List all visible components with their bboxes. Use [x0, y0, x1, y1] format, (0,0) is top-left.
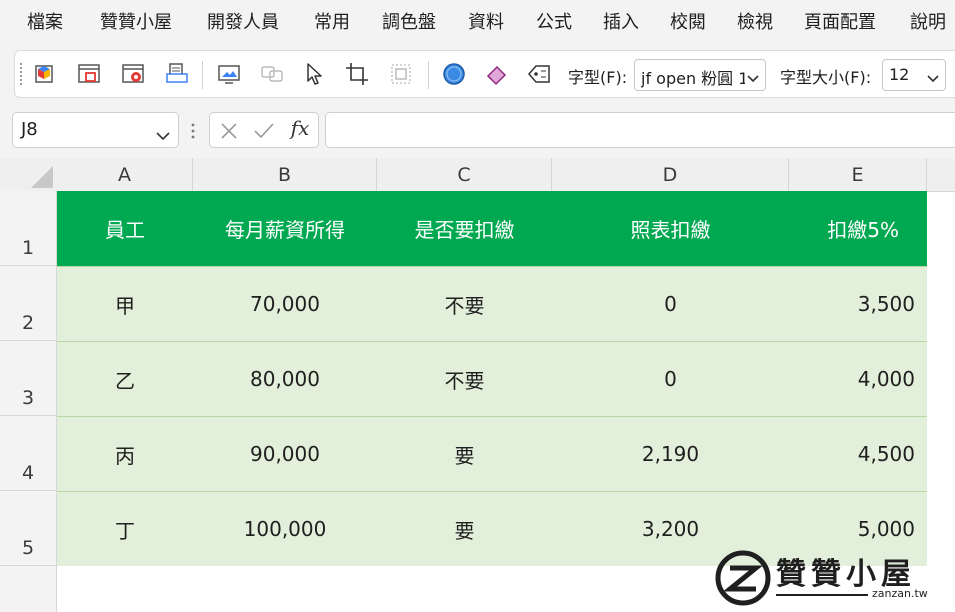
cell-c3[interactable]: 不要 — [377, 342, 552, 416]
menu-review[interactable]: 校閱 — [670, 11, 706, 35]
font-size-select[interactable]: 12 — [882, 59, 946, 91]
menu-page-layout[interactable]: 頁面配置 — [804, 11, 876, 35]
menu-zanzan[interactable]: 贊贊小屋 — [100, 11, 172, 35]
page-red-icon[interactable] — [75, 60, 103, 88]
watermark-url: zanzan.tw — [872, 587, 928, 600]
cell-c4[interactable]: 要 — [377, 417, 552, 491]
name-box-value: J8 — [21, 119, 38, 140]
row-header-3[interactable]: 3 — [0, 341, 57, 416]
column-header-e[interactable]: E — [789, 158, 927, 191]
watermark-underline — [776, 594, 868, 596]
table-header-row: 員工 每月薪資所得 是否要扣繳 照表扣繳 扣繳5% — [57, 191, 927, 266]
table-row: 甲 70,000 不要 0 3,500 — [57, 266, 927, 341]
group-disabled-icon[interactable] — [387, 60, 415, 88]
confirm-check-icon[interactable] — [252, 119, 276, 143]
menu-home[interactable]: 常用 — [314, 11, 350, 35]
print-preview-icon[interactable] — [163, 60, 191, 88]
menu-formulas[interactable]: 公式 — [536, 11, 572, 35]
cell-d2[interactable]: 0 — [552, 267, 789, 341]
screen-image-icon[interactable] — [215, 60, 243, 88]
cell-a3[interactable]: 乙 — [57, 342, 193, 416]
select-all-corner[interactable] — [0, 158, 57, 191]
column-header-a[interactable]: A — [57, 158, 193, 191]
crop-icon[interactable] — [343, 60, 371, 88]
formula-bar: J8 fx — [0, 104, 955, 158]
menu-view[interactable]: 檢視 — [737, 11, 773, 35]
cell-a1[interactable]: 員工 — [57, 191, 193, 266]
font-label: 字型(F): — [568, 68, 628, 87]
cell-e1[interactable]: 扣繳5% — [789, 191, 927, 266]
cell-a5[interactable]: 丁 — [57, 492, 193, 566]
cell-d3[interactable]: 0 — [552, 342, 789, 416]
cancel-icon[interactable] — [217, 119, 241, 143]
cell-b5[interactable]: 100,000 — [193, 492, 377, 566]
watermark-logo: 贊贊小屋 zanzan.tw — [714, 547, 939, 609]
column-header-b[interactable]: B — [193, 158, 377, 191]
toolbar-area: 字型(F): jf open 粉圓 1.1 字型大小(F): 12 — [0, 46, 955, 104]
insert-function-icon[interactable]: fx — [288, 116, 312, 140]
name-box[interactable]: J8 — [12, 112, 179, 148]
record-icon[interactable] — [119, 60, 147, 88]
formula-buttons: fx — [209, 112, 319, 148]
cell-e3[interactable]: 4,000 — [789, 342, 927, 416]
chevron-down-icon — [927, 69, 939, 88]
cell-b1[interactable]: 每月薪資所得 — [193, 191, 377, 266]
cell-d4[interactable]: 2,190 — [552, 417, 789, 491]
row-header-2[interactable]: 2 — [0, 266, 57, 341]
eraser-icon[interactable] — [483, 60, 511, 88]
cell-a4[interactable]: 丙 — [57, 417, 193, 491]
cell-b4[interactable]: 90,000 — [193, 417, 377, 491]
triangle-icon — [31, 166, 53, 188]
chevron-down-icon — [747, 69, 759, 88]
menu-insert[interactable]: 插入 — [603, 11, 639, 35]
column-header-f[interactable] — [927, 158, 955, 191]
cell-a2[interactable]: 甲 — [57, 267, 193, 341]
menu-bar: 檔案 贊贊小屋 開發人員 常用 調色盤 資料 公式 插入 校閱 檢視 頁面配置 … — [0, 0, 955, 46]
formula-input[interactable] — [325, 112, 955, 148]
cell-c5[interactable]: 要 — [377, 492, 552, 566]
cell-c1[interactable]: 是否要扣繳 — [377, 191, 552, 266]
quick-toolbar: 字型(F): jf open 粉圓 1.1 字型大小(F): 12 — [14, 50, 955, 98]
cell-e2[interactable]: 3,500 — [789, 267, 927, 341]
font-select[interactable]: jf open 粉圓 1.1 — [634, 59, 766, 91]
row-header-5[interactable]: 5 — [0, 491, 57, 566]
cell-b2[interactable]: 70,000 — [193, 267, 377, 341]
cell-d1[interactable]: 照表扣繳 — [552, 191, 789, 266]
chevron-down-icon[interactable] — [156, 125, 170, 146]
menu-developer[interactable]: 開發人員 — [207, 11, 279, 35]
cell-e4[interactable]: 4,500 — [789, 417, 927, 491]
table-row: 乙 80,000 不要 0 4,000 — [57, 341, 927, 416]
column-header-c[interactable]: C — [377, 158, 552, 191]
zanzan-logo-icon — [715, 550, 771, 606]
toolbar-separator — [202, 61, 203, 89]
cell-b3[interactable]: 80,000 — [193, 342, 377, 416]
table-row: 丙 90,000 要 2,190 4,500 — [57, 416, 927, 491]
menu-data[interactable]: 資料 — [468, 11, 504, 35]
tag-icon[interactable] — [525, 60, 553, 88]
link-disabled-icon[interactable] — [258, 60, 286, 88]
font-size-label: 字型大小(F): — [780, 68, 872, 87]
row-header-1[interactable]: 1 — [0, 191, 57, 266]
column-header-d[interactable]: D — [552, 158, 789, 191]
menu-file[interactable]: 檔案 — [27, 11, 63, 35]
row-header-6[interactable] — [0, 566, 57, 612]
3d-box-icon[interactable] — [31, 60, 59, 88]
drag-handle-icon[interactable] — [191, 122, 195, 140]
cell-c2[interactable]: 不要 — [377, 267, 552, 341]
menu-palette[interactable]: 調色盤 — [382, 11, 436, 35]
toolbar-separator — [428, 61, 429, 89]
fill-color-circle-icon[interactable] — [440, 60, 468, 88]
menu-help[interactable]: 說明 — [910, 11, 946, 35]
cursor-icon[interactable] — [300, 60, 328, 88]
spreadsheet-grid: A B C D E 1 2 3 4 5 員工 每月薪資所得 是否要扣繳 照表扣繳… — [0, 158, 955, 612]
font-value: jf open 粉圓 1.1 — [641, 69, 745, 88]
row-header-4[interactable]: 4 — [0, 416, 57, 491]
font-size-value: 12 — [889, 65, 910, 84]
toolbar-grip[interactable] — [20, 63, 23, 85]
